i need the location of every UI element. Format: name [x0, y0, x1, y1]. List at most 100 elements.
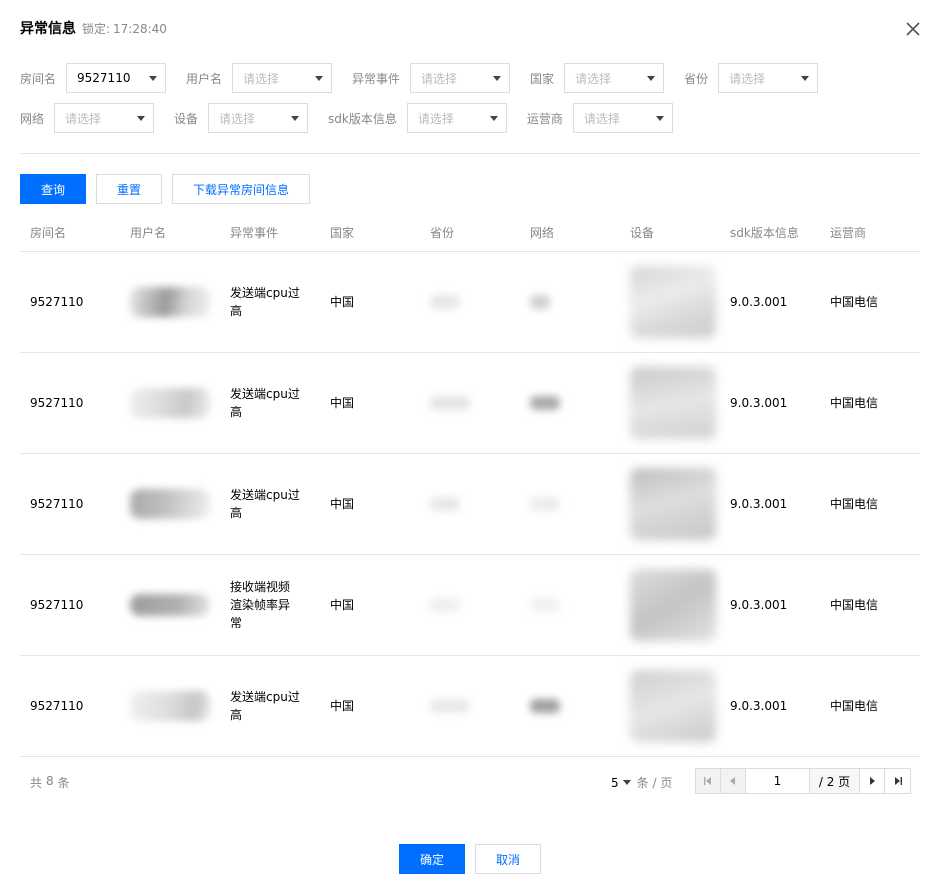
filter-label-province: 省份: [684, 71, 709, 86]
column-header-device: 设备: [630, 226, 655, 240]
table-row: 9527110 发送端cpu过高 中国 9.0.3.001 中国电信: [20, 353, 920, 454]
chevron-down-icon: [655, 116, 664, 121]
cell-event: 发送端cpu过高: [230, 690, 300, 722]
download-button[interactable]: 下载异常房间信息: [172, 174, 310, 204]
filter-label-user: 用户名: [186, 71, 223, 86]
chevron-down-icon: [137, 116, 146, 121]
cell-country: 中国: [330, 295, 355, 309]
column-header-sdk: sdk版本信息: [730, 226, 799, 240]
cell-province-redacted: [420, 396, 520, 410]
table-footer: 共 8 条 5 条 / 页 1 / 2 页: [20, 758, 920, 804]
pager: 1 / 2 页: [695, 768, 911, 794]
carrier-select[interactable]: 请选择: [572, 103, 673, 133]
filter-label-network: 网络: [20, 111, 45, 126]
cell-country: 中国: [330, 598, 355, 612]
confirm-button[interactable]: 确定: [399, 844, 465, 874]
cell-user-redacted: [120, 388, 220, 418]
dialog-title: 异常信息: [20, 21, 76, 37]
column-header-user: 用户名: [130, 226, 167, 240]
chevron-down-icon: [291, 116, 300, 121]
room-select-value: 9527110: [77, 71, 131, 85]
cell-user-redacted: [120, 691, 220, 721]
lock-label: 锁定:: [82, 22, 111, 36]
cell-carrier: 中国电信: [830, 497, 879, 511]
exception-table: 房间名 用户名 异常事件 国家 省份 网络 设备 sdk版本信息 运营商 952…: [20, 214, 920, 757]
network-select[interactable]: 请选择: [54, 103, 155, 133]
room-select[interactable]: 9527110: [66, 63, 167, 93]
close-icon[interactable]: [904, 20, 922, 38]
country-select[interactable]: 请选择: [564, 63, 665, 93]
first-page-button[interactable]: [696, 769, 721, 793]
device-select-value: 请选择: [219, 111, 256, 126]
filter-row-2: 网络 请选择 设备 请选择 sdk版本信息 请选择 运营商 请选择: [20, 103, 673, 133]
last-page-icon: [894, 777, 902, 785]
cell-province-redacted: [420, 295, 520, 309]
last-page-button[interactable]: [885, 769, 910, 793]
cell-event: 接收端视频渲染帧率异常: [230, 580, 291, 630]
user-select[interactable]: 请选择: [232, 63, 333, 93]
table-row: 9527110 发送端cpu过高 中国 9.0.3.001 中国电信: [20, 252, 920, 353]
next-page-button[interactable]: [860, 769, 885, 793]
table-row: 9527110 发送端cpu过高 中国 9.0.3.001 中国电信: [20, 454, 920, 555]
cell-device-redacted: [620, 266, 720, 338]
sdk-select[interactable]: 请选择: [406, 103, 507, 133]
chevron-down-icon: [493, 76, 502, 81]
cell-carrier: 中国电信: [830, 699, 879, 713]
cell-country: 中国: [330, 396, 355, 410]
user-select-value: 请选择: [243, 71, 280, 86]
sdk-select-value: 请选择: [417, 111, 454, 126]
column-header-network: 网络: [530, 226, 555, 240]
table-row: 9527110 接收端视频渲染帧率异常 中国 9.0.3.001 中国电信: [20, 555, 920, 656]
chevron-down-icon: [489, 116, 498, 121]
page-size-select[interactable]: 5 条 / 页: [611, 774, 672, 791]
chevron-down-icon: [801, 76, 810, 81]
total-suffix: 条: [57, 776, 70, 790]
column-header-country: 国家: [330, 226, 355, 240]
cell-province-redacted: [420, 497, 520, 511]
column-header-room: 房间名: [30, 226, 67, 240]
query-button[interactable]: 查询: [20, 174, 86, 204]
event-select-value: 请选择: [421, 71, 458, 86]
device-select[interactable]: 请选择: [208, 103, 309, 133]
cell-province-redacted: [420, 598, 520, 612]
cell-sdk: 9.0.3.001: [730, 295, 788, 309]
cancel-button[interactable]: 取消: [475, 844, 541, 874]
chevron-right-icon: [870, 777, 875, 785]
cell-event: 发送端cpu过高: [230, 488, 300, 520]
chevron-down-icon: [149, 76, 158, 81]
event-select[interactable]: 请选择: [410, 63, 511, 93]
province-select-value: 请选择: [729, 71, 766, 86]
page-number-input[interactable]: 1: [746, 769, 810, 793]
filter-label-sdk: sdk版本信息: [328, 111, 397, 126]
cell-device-redacted: [620, 468, 720, 540]
cell-country: 中国: [330, 699, 355, 713]
cell-device-redacted: [620, 569, 720, 641]
dialog-header: 异常信息 锁定: 17:28:40: [20, 18, 167, 38]
cell-device-redacted: [620, 670, 720, 742]
table-header: 房间名 用户名 异常事件 国家 省份 网络 设备 sdk版本信息 运营商: [20, 214, 920, 252]
chevron-down-icon: [647, 76, 656, 81]
chevron-left-icon: [730, 777, 735, 785]
cell-network-redacted: [520, 598, 620, 612]
cell-sdk: 9.0.3.001: [730, 497, 788, 511]
cell-user-redacted: [120, 594, 220, 616]
cell-room: 9527110: [30, 699, 84, 713]
cell-province-redacted: [420, 699, 520, 713]
province-select[interactable]: 请选择: [718, 63, 819, 93]
filter-label-room: 房间名: [20, 71, 57, 86]
filter-row-1: 房间名 9527110 用户名 请选择 异常事件 请选择 国家 请选择 省份 请…: [20, 63, 819, 93]
reset-button[interactable]: 重置: [96, 174, 162, 204]
lock-time: 17:28:40: [113, 22, 167, 36]
total-count: 共 8 条: [30, 774, 70, 791]
prev-page-button[interactable]: [721, 769, 746, 793]
cell-sdk: 9.0.3.001: [730, 598, 788, 612]
page-size-unit: 条 / 页: [636, 776, 673, 790]
total-number: 8: [46, 774, 54, 788]
divider: [20, 153, 920, 154]
cell-network-redacted: [520, 295, 620, 309]
cell-country: 中国: [330, 497, 355, 511]
filter-label-device: 设备: [174, 111, 199, 126]
cell-network-redacted: [520, 699, 620, 713]
cell-room: 9527110: [30, 396, 84, 410]
chevron-down-icon: [622, 780, 631, 785]
